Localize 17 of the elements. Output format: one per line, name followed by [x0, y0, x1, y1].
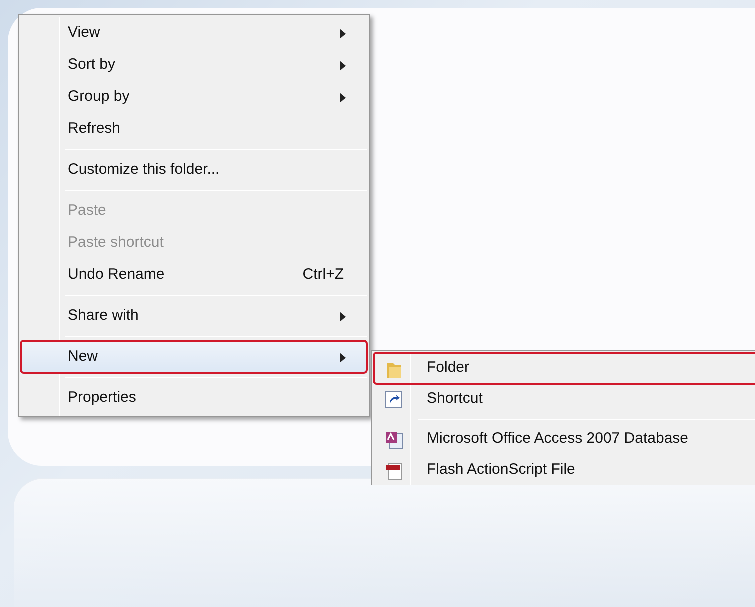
menu-item[interactable]: Sort by: [21, 49, 367, 81]
menu-item[interactable]: Properties: [21, 382, 367, 414]
menu-item[interactable]: Group by: [21, 81, 367, 113]
document-icon: [385, 431, 405, 451]
menu-item[interactable]: Undo Rename Ctrl+Z: [21, 259, 367, 291]
file-icon: [385, 462, 405, 482]
menu-item[interactable]: New: [21, 341, 367, 373]
menu-item[interactable]: Folder: [374, 353, 755, 384]
menu-item[interactable]: Shortcut: [374, 384, 755, 415]
menu-item[interactable]: Flash ActionScript File: [374, 455, 755, 485]
menu-item[interactable]: View: [21, 17, 367, 49]
folder-icon: [385, 360, 403, 380]
menu-item[interactable]: Refresh: [21, 113, 367, 145]
shortcut-label: Ctrl+Z: [302, 264, 344, 285]
menu-item[interactable]: Share with: [21, 300, 367, 332]
menu-item[interactable]: Customize this folder...: [21, 154, 367, 186]
menu-item[interactable]: Microsoft Office Access 2007 Database: [374, 424, 755, 455]
